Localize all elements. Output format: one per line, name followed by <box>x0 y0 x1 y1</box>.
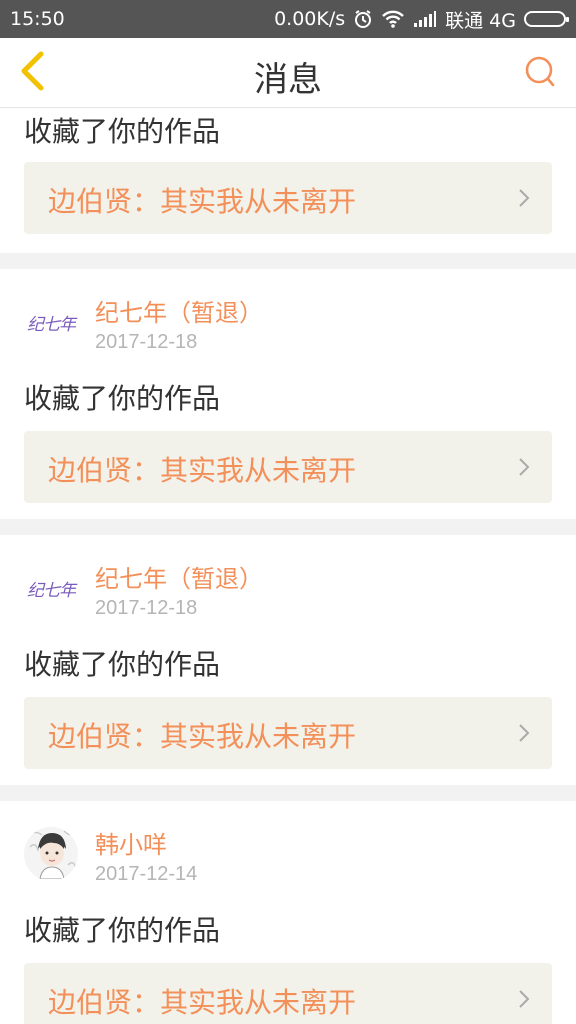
message-action: 收藏了你的作品 <box>24 648 221 681</box>
message-card: 纪七年 纪七年（暂退） 2017-12-18 收藏了你的作品 边伯贤：其实我从未… <box>0 535 576 785</box>
avatar[interactable]: 纪七年 <box>24 561 78 615</box>
status-icons: 0.00K/s 联通 4G <box>274 6 569 32</box>
work-link[interactable]: 边伯贤：其实我从未离开 <box>24 431 552 503</box>
section-divider <box>0 785 576 801</box>
alarm-icon <box>353 9 373 29</box>
avatar[interactable] <box>24 827 78 881</box>
work-title: 边伯贤：其实我从未离开 <box>48 454 357 487</box>
chevron-right-icon <box>518 989 530 1013</box>
message-date: 2017-12-18 <box>95 597 198 619</box>
network-speed: 0.00K/s <box>274 8 346 30</box>
section-divider <box>0 253 576 269</box>
avatar-text: 纪七年 <box>27 314 76 335</box>
work-title: 边伯贤：其实我从未离开 <box>48 185 357 218</box>
message-action: 收藏了你的作品 <box>24 382 221 415</box>
wifi-icon <box>381 9 405 29</box>
work-link[interactable]: 边伯贤：其实我从未离开 <box>24 162 552 234</box>
message-action: 收藏了你的作品 <box>24 115 221 148</box>
work-title: 边伯贤：其实我从未离开 <box>48 720 357 753</box>
chevron-right-icon <box>518 723 530 747</box>
message-date: 2017-12-18 <box>95 331 198 353</box>
user-name[interactable]: 韩小咩 <box>95 825 167 860</box>
search-button[interactable] <box>520 54 560 94</box>
status-bar: 15:50 0.00K/s 联通 4G <box>0 0 576 38</box>
message-list[interactable]: 收藏了你的作品 边伯贤：其实我从未离开 纪七年 纪七年（暂退） 2017-12-… <box>0 108 576 1024</box>
chevron-right-icon <box>518 457 530 481</box>
status-time: 15:50 <box>10 8 65 30</box>
section-divider <box>0 519 576 535</box>
message-action: 收藏了你的作品 <box>24 914 221 947</box>
page-title: 消息 <box>254 60 322 100</box>
user-name[interactable]: 纪七年（暂退） <box>95 293 263 328</box>
message-date: 2017-12-14 <box>95 863 198 885</box>
battery-icon <box>524 11 569 27</box>
avatar-text: 纪七年 <box>27 580 76 601</box>
user-name[interactable]: 纪七年（暂退） <box>95 559 263 594</box>
search-icon <box>523 55 557 93</box>
chevron-right-icon <box>518 188 530 212</box>
avatar-image <box>24 827 78 881</box>
message-card: 韩小咩 2017-12-14 收藏了你的作品 边伯贤：其实我从未离开 <box>0 801 576 1024</box>
work-link[interactable]: 边伯贤：其实我从未离开 <box>24 963 552 1024</box>
avatar[interactable]: 纪七年 <box>24 295 78 349</box>
work-link[interactable]: 边伯贤：其实我从未离开 <box>24 697 552 769</box>
header: 消息 <box>0 38 576 108</box>
carrier: 联通 4G <box>445 9 516 32</box>
message-card: 纪七年 纪七年（暂退） 2017-12-18 收藏了你的作品 边伯贤：其实我从未… <box>0 269 576 519</box>
signal-icon <box>413 10 437 28</box>
message-card: 收藏了你的作品 边伯贤：其实我从未离开 <box>0 108 576 253</box>
work-title: 边伯贤：其实我从未离开 <box>48 986 357 1019</box>
